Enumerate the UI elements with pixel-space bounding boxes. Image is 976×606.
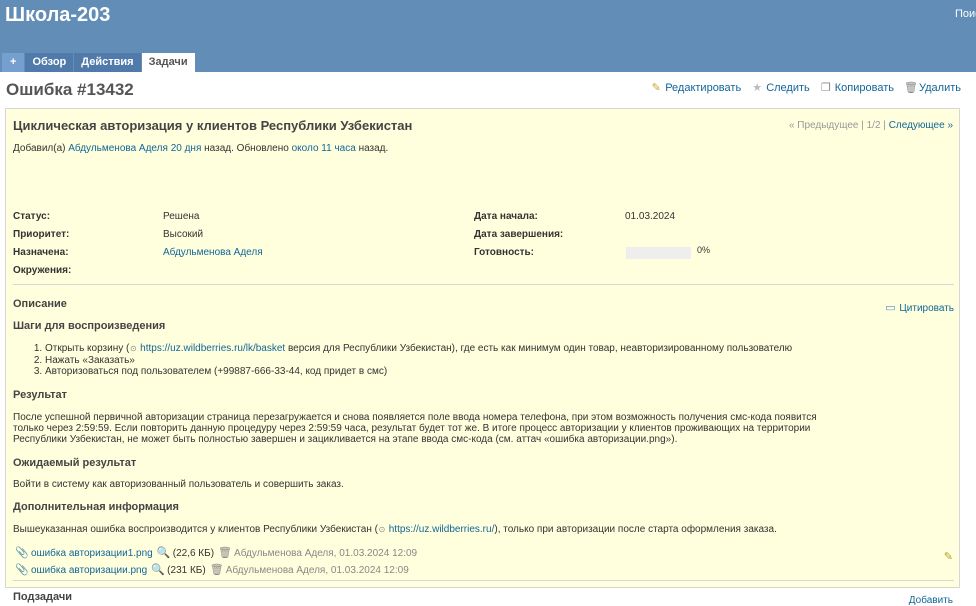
issue-details: Циклическая авторизация у клиентов Респу… bbox=[5, 108, 960, 606]
steps-heading: Шаги для воспроизведения bbox=[13, 320, 166, 332]
external-link-icon: ⊙ bbox=[130, 344, 137, 353]
paperclip-icon: 📎 bbox=[15, 547, 29, 559]
copy-button[interactable]: ❐ Копировать bbox=[820, 82, 894, 94]
attachment-size: (22,6 КБ) bbox=[172, 547, 215, 559]
extra-info-text: Вышеуказанная ошибка воспроизводится у к… bbox=[13, 524, 777, 536]
divider bbox=[13, 284, 954, 285]
magnifier-icon[interactable]: 🔍 bbox=[151, 564, 165, 576]
done-ratio-label: Готовность: bbox=[474, 247, 535, 258]
result-text-2: только через 2:59:59. Если повторить дан… bbox=[13, 423, 811, 434]
copy-label: Копировать bbox=[834, 82, 894, 94]
progress-bar bbox=[626, 247, 691, 259]
updated-label: назад. Обновлено bbox=[204, 143, 289, 154]
pencil-icon: ✎ bbox=[651, 82, 661, 94]
edit-button[interactable]: ✎ Редактировать bbox=[650, 82, 742, 94]
quote-button[interactable]: ▭ Цитировать bbox=[884, 302, 954, 314]
start-date-label: Дата начала: bbox=[474, 211, 538, 222]
status-value: Решена bbox=[163, 211, 200, 222]
content: Ошибка #13432 ✎ Редактировать ★ Следить ❐ К… bbox=[0, 72, 976, 606]
main-menu: + Обзор Действия Задачи bbox=[2, 53, 196, 72]
prev-link[interactable]: « Предыдущее bbox=[789, 120, 859, 131]
trash-icon: 🗑 bbox=[904, 82, 918, 94]
attachment-size: (231 КБ) bbox=[167, 564, 206, 576]
attachment-link[interactable]: ошибка авторизации1.png bbox=[31, 548, 153, 559]
pencil-icon[interactable]: ✎ bbox=[944, 550, 953, 563]
divider bbox=[13, 580, 954, 581]
description-heading: Описание bbox=[13, 298, 67, 310]
done-ratio-value: 0% bbox=[697, 245, 711, 255]
tab-new[interactable]: + bbox=[2, 53, 25, 72]
list-item: Авторизоваться под пользователем (+99887… bbox=[45, 366, 938, 377]
trash-icon[interactable]: 🗑 bbox=[210, 564, 224, 576]
subtasks-heading: Подзадачи bbox=[13, 591, 73, 603]
result-heading: Результат bbox=[13, 389, 68, 401]
result-text-3: Республики Узбекистан, не может быть пол… bbox=[13, 434, 678, 445]
speech-bubble-icon: ▭ bbox=[885, 302, 896, 314]
attachment-meta: Абдульменова Аделя, 01.03.2024 12:09 bbox=[225, 564, 409, 576]
ago-label: назад. bbox=[358, 143, 389, 154]
attachment-row: 📎 ошибка авторизации1.png 🔍 (22,6 КБ) 🗑 … bbox=[15, 547, 417, 559]
quote-label: Цитировать bbox=[899, 302, 954, 314]
step1-prefix: Открыть корзину ( bbox=[45, 343, 130, 354]
added-by-label: Добавил(а) bbox=[13, 143, 66, 154]
basket-link[interactable]: https://uz.wildberries.ru/lk/basket bbox=[140, 343, 285, 354]
result-text-1: После успешной первичной авторизации стр… bbox=[13, 412, 817, 423]
issue-navigation: « Предыдущее | 1/2 | Следующее » bbox=[788, 120, 953, 131]
attachment-meta: Абдульменова Аделя, 01.03.2024 12:09 bbox=[234, 547, 418, 559]
wildberries-link[interactable]: https://uz.wildberries.ru/ bbox=[389, 524, 495, 535]
add-subtask-link[interactable]: Добавить bbox=[909, 595, 953, 606]
attachment-link[interactable]: ошибка авторизации.png bbox=[31, 565, 147, 576]
expected-text: Войти в систему как авторизованный польз… bbox=[13, 479, 344, 490]
trash-icon[interactable]: 🗑 bbox=[218, 547, 232, 559]
quick-search-label[interactable]: Поис bbox=[955, 8, 976, 20]
attachment-row: 📎 ошибка авторизации.png 🔍 (231 КБ) 🗑 Аб… bbox=[15, 564, 409, 576]
priority-label: Приоритет: bbox=[13, 229, 70, 240]
copy-icon: ❐ bbox=[820, 82, 831, 94]
extra-prefix: Вышеуказанная ошибка воспроизводится у к… bbox=[13, 524, 378, 535]
nav-position: 1/2 bbox=[866, 120, 881, 131]
due-date-label: Дата завершения: bbox=[474, 229, 564, 240]
updated-link[interactable]: около 11 часа bbox=[292, 143, 356, 154]
issue-subject: Циклическая авторизация у клиентов Респу… bbox=[13, 118, 413, 133]
extra-info-heading: Дополнительная информация bbox=[13, 501, 179, 513]
edit-label: Редактировать bbox=[665, 82, 742, 94]
project-title: Школа-203 bbox=[5, 4, 111, 26]
paperclip-icon: 📎 bbox=[15, 564, 29, 576]
external-link-icon: ⊙ bbox=[378, 525, 386, 534]
tab-overview[interactable]: Обзор bbox=[25, 53, 74, 72]
environment-label: Окружения: bbox=[13, 265, 72, 276]
watch-label: Следить bbox=[766, 82, 810, 94]
assigned-label: Назначена: bbox=[13, 247, 69, 258]
author-line: Добавил(а) Абдульменова Аделя 20 дня наз… bbox=[13, 143, 388, 154]
list-item: Нажать «Заказать» bbox=[45, 355, 938, 366]
delete-button[interactable]: 🗑 Удалить bbox=[904, 82, 961, 94]
priority-value: Высокий bbox=[163, 229, 204, 240]
list-item: Открыть корзину (⊙ https://uz.wildberrie… bbox=[45, 343, 938, 355]
assignee-link[interactable]: Абдульменова Аделя bbox=[163, 247, 263, 258]
tab-activity[interactable]: Действия bbox=[74, 53, 141, 72]
author-link[interactable]: Абдульменова Аделя bbox=[68, 143, 168, 154]
status-label: Статус: bbox=[13, 211, 51, 222]
tab-issues[interactable]: Задачи bbox=[141, 53, 195, 72]
age-link[interactable]: 20 дня bbox=[171, 143, 202, 154]
start-date-value: 01.03.2024 bbox=[625, 211, 676, 222]
header: Школа-203 Поис + Обзор Действия Задачи bbox=[0, 0, 976, 72]
issue-actions: ✎ Редактировать ★ Следить ❐ Копировать 🗑 Уда… bbox=[650, 82, 961, 94]
magnifier-icon[interactable]: 🔍 bbox=[157, 547, 171, 559]
issue-title: Ошибка #13432 bbox=[6, 80, 134, 99]
steps-list: Открыть корзину (⊙ https://uz.wildberrie… bbox=[18, 343, 938, 377]
step1-suffix: версия для Республики Узбекистан), где е… bbox=[285, 343, 793, 354]
star-icon: ★ bbox=[752, 82, 763, 94]
next-link[interactable]: Следующее » bbox=[889, 120, 953, 131]
delete-label: Удалить bbox=[919, 82, 961, 94]
expected-heading: Ожидаемый результат bbox=[13, 457, 137, 469]
extra-suffix: ), только при авторизации после старта о… bbox=[494, 524, 777, 535]
watch-button[interactable]: ★ Следить bbox=[751, 82, 810, 94]
